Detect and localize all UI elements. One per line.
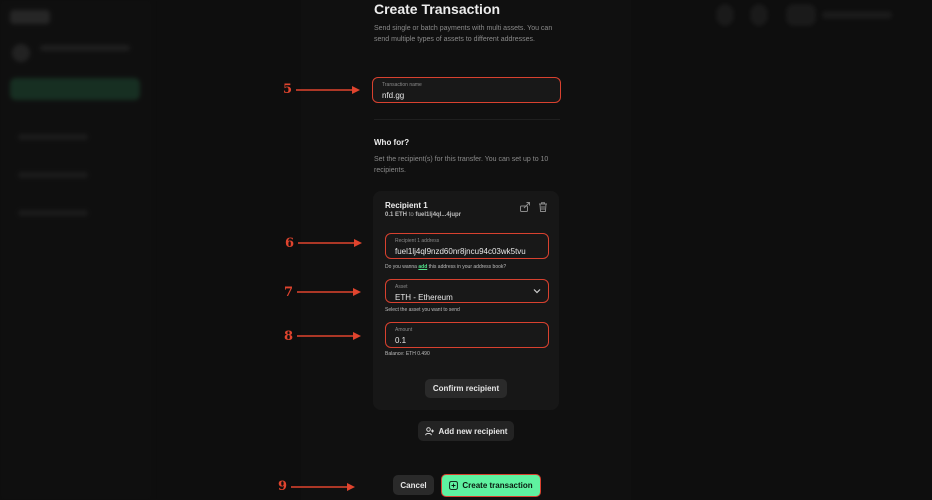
create-transaction-button[interactable]: Create transaction [441, 474, 541, 497]
dialog-description: Send single or batch payments with multi… [374, 25, 553, 43]
asset-label: Asset [395, 284, 408, 290]
background-nav-item [18, 210, 88, 216]
chevron-down-icon [533, 289, 541, 294]
amount-value: 0.1 [395, 336, 407, 345]
annotation-8: 8 [284, 329, 294, 344]
recipient-summary-amount: 0.1 ETH [385, 212, 408, 218]
annotation-7: 7 [284, 285, 294, 300]
recipient-address-label: Recipient 1 address [395, 238, 440, 244]
dialog-title: Create Transaction [374, 1, 501, 17]
amount-label: Amount [395, 327, 413, 333]
arrow-right-icon [298, 239, 362, 247]
arrow-right-icon [296, 86, 360, 94]
plus-square-icon [449, 481, 459, 490]
cancel-label: Cancel [400, 480, 427, 490]
cancel-button[interactable]: Cancel [393, 475, 434, 495]
background-user-name [40, 45, 130, 51]
arrow-right-icon [297, 288, 361, 296]
asset-select[interactable]: Asset ETH - Ethereum [385, 279, 549, 303]
add-new-recipient-label: Add new recipient [438, 426, 508, 436]
recipient-address-value: fuel1lj4ql9nzd60nr8jncu94c03wk5tvu [395, 247, 526, 256]
recipient-summary-address: fuel1lj4ql...4jupr [415, 212, 462, 218]
user-plus-icon [424, 426, 434, 435]
address-book-hint-prefix: Do you wanna [385, 264, 417, 270]
asset-hint: Select the asset you want to send [385, 307, 460, 313]
recipient-title: Recipient 1 [385, 201, 428, 210]
add-new-recipient-button[interactable]: Add new recipient [418, 421, 514, 441]
who-for-description: Set the recipient(s) for this transfer. … [374, 156, 549, 174]
background-primary-button [10, 78, 140, 100]
add-to-address-book-link[interactable]: add [418, 264, 427, 270]
background-nav-item [18, 134, 88, 140]
confirm-recipient-button[interactable]: Confirm recipient [425, 379, 507, 398]
who-for-title: Who for? [374, 138, 410, 147]
recipient-summary: 0.1 ETH to fuel1lj4ql...4jupr [385, 212, 461, 218]
background-sidebar [0, 0, 152, 500]
balance-text: Balance: ETH 0.490 [385, 351, 430, 357]
recipient-address-field[interactable]: Recipient 1 address fuel1lj4ql9nzd60nr8j… [385, 233, 549, 259]
recipient-summary-to: to [408, 212, 414, 218]
background-logo [10, 10, 50, 24]
transaction-name-value: nfd.gg [382, 91, 405, 100]
page: Create Transaction Send single or batch … [0, 0, 932, 500]
annotation-9: 9 [278, 479, 288, 494]
asset-value: ETH - Ethereum [395, 293, 453, 302]
background-header-actions [716, 4, 916, 26]
trash-icon[interactable] [537, 200, 549, 212]
arrow-right-icon [297, 332, 361, 340]
annotation-5: 5 [283, 82, 293, 97]
arrow-right-icon [291, 483, 355, 491]
annotation-6: 6 [285, 236, 295, 251]
background-nav-item [18, 172, 88, 178]
transaction-name-field[interactable]: Transaction name nfd.gg [372, 77, 561, 103]
confirm-recipient-label: Confirm recipient [432, 384, 500, 393]
address-book-hint-suffix: this address in your address book? [428, 264, 507, 270]
section-divider [374, 119, 560, 120]
background-avatar [12, 44, 30, 62]
transaction-name-label: Transaction name [382, 82, 422, 88]
amount-field[interactable]: Amount 0.1 [385, 322, 549, 348]
share-icon[interactable] [519, 200, 531, 212]
address-book-hint: Do you wanna add this address in your ad… [385, 264, 506, 270]
create-transaction-label: Create transaction [462, 481, 533, 490]
